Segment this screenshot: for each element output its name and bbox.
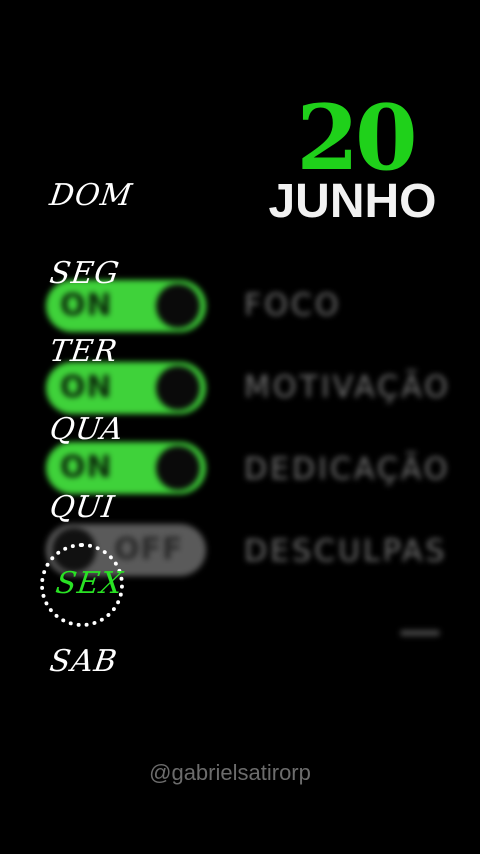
weekday-seg[interactable]: SEG (48, 256, 122, 291)
toggle-state-label: OFF (114, 532, 184, 567)
weekday-sab[interactable]: SAB (48, 644, 120, 679)
date-day: 20 (296, 85, 417, 191)
weekday-qua[interactable]: QUA (48, 412, 127, 447)
date-month: JUNHO (268, 175, 437, 228)
toggle-label-desculpas: DESCULPAS (244, 534, 448, 569)
toggle-knob (156, 366, 200, 410)
toggle-label-dedicacao: DEDICAÇÃO (244, 452, 451, 487)
blur-smudge (400, 630, 440, 636)
toggle-motivacao[interactable]: ON (46, 362, 206, 414)
weekday-dom[interactable]: DOM (48, 178, 135, 213)
weekday-sex-selected[interactable]: SEX (54, 566, 126, 601)
weekday-qui[interactable]: QUI (48, 490, 118, 525)
author-handle: @gabrielsatirorp (149, 760, 311, 785)
weekday-ter[interactable]: TER (48, 334, 120, 369)
toggle-label-motivacao: MOTIVAÇÃO (244, 370, 451, 405)
toggle-dedicacao[interactable]: ON (46, 442, 206, 494)
toggle-knob (156, 446, 200, 490)
toggle-state-label: ON (60, 370, 113, 405)
toggle-state-label: ON (60, 288, 113, 323)
toggle-knob (156, 284, 200, 328)
toggle-label-foco: FOCO (244, 288, 342, 323)
toggle-state-label: ON (60, 450, 113, 485)
